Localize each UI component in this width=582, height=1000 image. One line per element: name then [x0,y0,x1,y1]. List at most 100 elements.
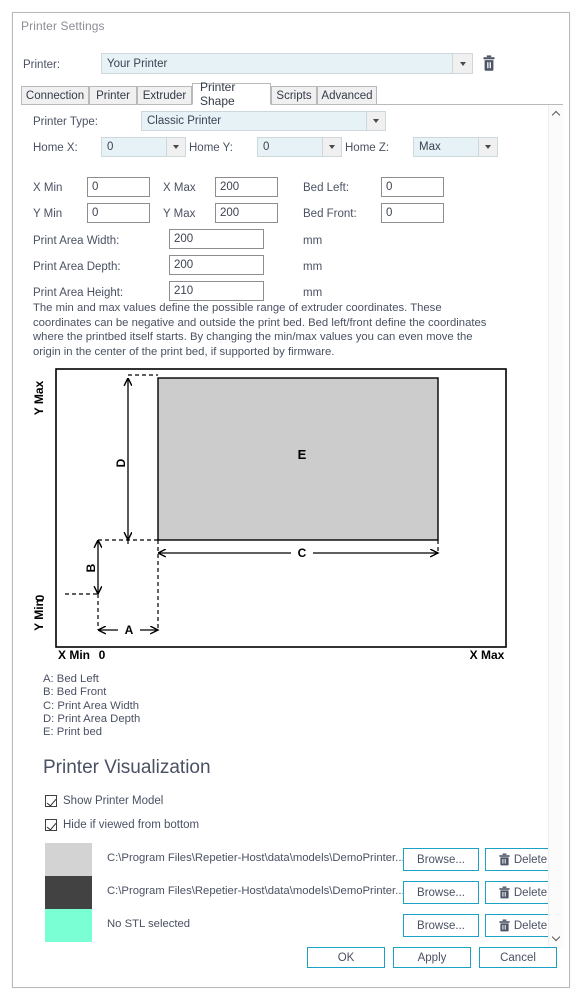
home-y-value: 0 [263,141,270,153]
cancel-button[interactable]: Cancel [479,947,557,968]
scroll-up-button[interactable] [549,107,563,122]
delete-label: Delete [513,853,548,866]
stl-row: C:\Program Files\Repetier-Host\data\mode… [45,876,561,909]
printer-type-select[interactable]: Classic Printer [141,111,386,131]
home-z-value: Max [419,141,441,153]
y-max-label: Y Max [163,208,196,220]
tab-scripts[interactable]: Scripts [271,86,317,104]
chevron-down-icon [553,934,560,941]
home-z-label: Home Z: [345,142,390,154]
printer-type-label: Printer Type: [33,116,98,128]
bed-left-label: Bed Left: [303,182,350,194]
diagram-dim-a: A [125,623,134,637]
printer-visualization-title: Printer Visualization [43,757,211,778]
home-x-select[interactable]: 0 [101,137,186,157]
home-y-label: Home Y: [189,142,233,154]
ok-label: OK [337,951,355,964]
show-printer-model-checkbox[interactable] [45,795,57,807]
show-printer-model-checkbox-row[interactable]: Show Printer Model [45,795,163,807]
x-max-label: X Max [163,182,196,194]
hide-if-viewed-from-bottom-checkbox[interactable] [45,819,57,831]
print-area-depth-label: Print Area Depth: [33,261,121,273]
x-min-value: 0 [92,181,99,193]
hide-if-viewed-from-bottom-checkbox-row[interactable]: Hide if viewed from bottom [45,819,199,831]
bed-left-value: 0 [386,181,393,193]
diagram-axis-x-max: X Max [470,648,505,662]
y-min-value: 0 [92,207,99,219]
chevron-down-icon[interactable] [478,138,497,156]
y-max-value: 200 [220,207,240,219]
color-swatch[interactable] [45,909,92,942]
vertical-scrollbar[interactable] [548,105,563,947]
browse-button[interactable]: Browse... [403,881,479,904]
x-min-input[interactable]: 0 [87,177,150,197]
bed-front-input[interactable]: 0 [381,203,444,223]
bed-left-input[interactable]: 0 [381,177,444,197]
stl-path: C:\Program Files\Repetier-Host\data\mode… [107,852,405,864]
stl-path: No STL selected [107,918,191,930]
browse-label: Browse... [417,919,465,932]
browse-label: Browse... [417,853,465,866]
diagram-axis-x-min: X Min [58,648,90,662]
x-max-input[interactable]: 200 [215,177,278,197]
color-swatch[interactable] [45,876,92,909]
diagram-bed-label: E [298,447,307,462]
tab-advanced[interactable]: Advanced [317,86,377,104]
tab-extruder[interactable]: Extruder [137,86,192,104]
y-max-input[interactable]: 200 [215,203,278,223]
trash-icon [499,853,510,866]
scroll-down-button[interactable] [549,930,563,945]
show-printer-model-label: Show Printer Model [63,795,164,807]
y-min-input[interactable]: 0 [87,203,150,223]
chevron-down-icon[interactable] [322,138,341,156]
bed-front-value: 0 [386,207,393,219]
home-x-value: 0 [107,141,114,153]
coordinate-description: The min and max values define the possib… [33,302,487,358]
chevron-down-icon[interactable] [366,112,385,130]
chevron-down-icon[interactable] [452,54,472,73]
apply-label: Apply [417,951,447,964]
chevron-up-icon [553,111,560,118]
print-area-depth-value: 200 [174,259,194,271]
trash-icon [499,919,510,932]
printer-shape-pane: Printer Type: Classic Printer Home X: 0 … [21,105,563,947]
browse-button[interactable]: Browse... [403,914,479,937]
chevron-down-icon[interactable] [166,138,185,156]
printer-select[interactable]: Your Printer [101,53,473,74]
legend-item-c: C: Print Area Width [43,699,140,712]
stl-row: C:\Program Files\Repetier-Host\data\mode… [45,843,561,876]
delete-printer-button[interactable] [479,54,499,74]
diagram-axis-x-zero: 0 [99,648,106,662]
print-area-width-input[interactable]: 200 [169,229,264,249]
stl-row: No STL selected Browse... Delete [45,909,561,942]
hide-if-viewed-from-bottom-label: Hide if viewed from bottom [63,819,200,831]
diagram-axis-y-max: Y Max [32,380,46,415]
tab-printer[interactable]: Printer [89,86,137,104]
printer-select-value: Your Printer [107,57,168,70]
legend-item-d: D: Print Area Depth [43,712,141,725]
cancel-label: Cancel [500,951,536,964]
tab-bar: Connection Printer Extruder Printer Shap… [21,80,563,108]
diagram-axis-y-zero: 0 [33,594,47,601]
delete-label: Delete [513,886,548,899]
home-y-select[interactable]: 0 [257,137,342,157]
print-area-height-input[interactable]: 210 [169,281,264,301]
browse-label: Browse... [417,886,465,899]
printer-shape-diagram: E D B C A Y Max Y Min 0 X Min 0 X Max [25,363,525,663]
tab-connection[interactable]: Connection [21,86,89,104]
color-swatch[interactable] [45,843,92,876]
diagram-axis-y-min: Y Min [32,599,46,631]
apply-button[interactable]: Apply [393,947,471,968]
legend-item-a: A: Bed Left [43,673,99,685]
tab-printer-shape[interactable]: Printer Shape [192,80,271,108]
window-title: Printer Settings [21,19,105,33]
home-z-select[interactable]: Max [413,137,498,157]
print-area-depth-input[interactable]: 200 [169,255,264,275]
ok-button[interactable]: OK [307,947,385,968]
diagram-dim-b: B [84,563,98,572]
printer-label: Printer: [23,59,61,71]
print-area-height-value: 210 [174,285,194,297]
trash-icon [499,886,510,899]
browse-button[interactable]: Browse... [403,848,479,871]
print-area-depth-unit: mm [303,261,323,273]
